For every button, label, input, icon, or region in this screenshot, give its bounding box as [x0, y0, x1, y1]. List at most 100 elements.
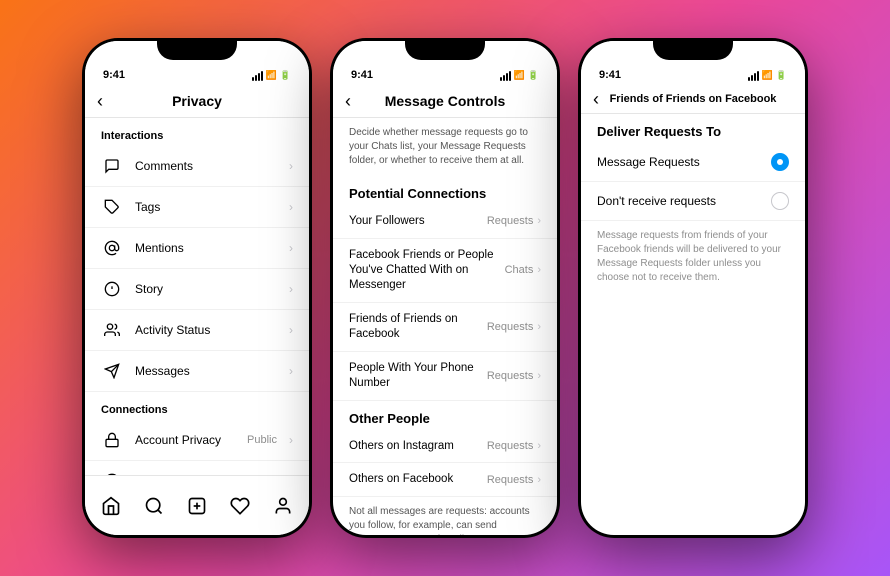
fof-list: Deliver Requests To Message Requests Don…	[581, 114, 805, 535]
tab-search[interactable]	[136, 486, 172, 526]
signal-icon	[500, 71, 511, 81]
home-icon	[101, 496, 121, 516]
search-icon	[144, 496, 164, 516]
chevron-icon: ›	[537, 370, 541, 382]
lock-icon	[101, 429, 123, 451]
nav-header-3: ‹ Friends of Friends on Facebook	[581, 85, 805, 114]
chevron-icon: ›	[289, 323, 293, 337]
item-label: Story	[135, 282, 277, 296]
radio-item-dont-receive[interactable]: Don't receive requests	[581, 182, 805, 221]
mc-item-val: Requests	[487, 215, 533, 227]
chevron-icon: ›	[289, 282, 293, 296]
deliver-section-title: Deliver Requests To	[581, 114, 805, 143]
mc-list-item[interactable]: Friends of Friends on Facebook Requests …	[333, 303, 557, 352]
add-icon	[187, 496, 207, 516]
list-item[interactable]: Account Privacy Public ›	[85, 420, 309, 461]
mc-item-label: Facebook Friends or People You've Chatte…	[349, 248, 505, 293]
tab-bar	[85, 475, 309, 535]
list-item[interactable]: Mentions ›	[85, 228, 309, 269]
time-3: 9:41	[599, 69, 621, 81]
mc-item-val: Requests	[487, 474, 533, 486]
status-icons-3: 📶 🔋	[748, 70, 787, 81]
mc-item-label: People With Your Phone Number	[349, 361, 487, 391]
time-2: 9:41	[351, 69, 373, 81]
profile-icon	[273, 496, 293, 516]
info-text: Message requests from friends of your Fa…	[581, 221, 805, 293]
mc-item-val: Requests	[487, 321, 533, 333]
item-label: Comments	[135, 159, 277, 173]
item-label: Mentions	[135, 241, 277, 255]
tab-profile[interactable]	[265, 486, 301, 526]
heart-icon	[230, 496, 250, 516]
back-button-2[interactable]: ‹	[345, 91, 351, 112]
nav-header-2: ‹ Message Controls	[333, 85, 557, 118]
list-item[interactable]: Messages ›	[85, 351, 309, 392]
chevron-icon: ›	[537, 321, 541, 333]
notch-1	[157, 38, 237, 60]
mc-list-item[interactable]: Others on Instagram Requests ›	[333, 430, 557, 464]
tab-home[interactable]	[93, 486, 129, 526]
comment-icon	[101, 155, 123, 177]
tab-add[interactable]	[179, 486, 215, 526]
chevron-icon: ›	[537, 215, 541, 227]
list-item[interactable]: Activity Status ›	[85, 310, 309, 351]
footer-note: Not all messages are requests: accounts …	[333, 497, 557, 535]
wifi-icon: 📶	[266, 70, 277, 81]
item-label: Activity Status	[135, 323, 277, 337]
radio-item-message-requests[interactable]: Message Requests	[581, 143, 805, 182]
list-item[interactable]: Comments ›	[85, 146, 309, 187]
tag-icon	[101, 196, 123, 218]
chevron-icon: ›	[537, 440, 541, 452]
radio-selected	[771, 153, 789, 171]
item-label: Account Privacy	[135, 433, 235, 447]
privacy-list: Interactions Comments › Tags ›	[85, 118, 309, 475]
section-other: Other People	[333, 401, 557, 430]
phone-privacy: 9:41 📶 🔋 ‹ Privacy Interactions	[82, 38, 312, 538]
tab-heart[interactable]	[222, 486, 258, 526]
mc-list-item[interactable]: People With Your Phone Number Requests ›	[333, 352, 557, 401]
status-icons-2: 📶 🔋	[500, 70, 539, 81]
list-item[interactable]: Tags ›	[85, 187, 309, 228]
mc-list-item[interactable]: Facebook Friends or People You've Chatte…	[333, 239, 557, 303]
chevron-icon: ›	[537, 474, 541, 486]
chevron-icon: ›	[289, 159, 293, 173]
time-1: 9:41	[103, 69, 125, 81]
battery-icon: 🔋	[776, 70, 787, 81]
messages-icon	[101, 360, 123, 382]
radio-label: Message Requests	[597, 155, 761, 169]
page-title-1: Privacy	[172, 93, 222, 109]
page-title-2: Message Controls	[385, 93, 506, 109]
mc-item-label: Your Followers	[349, 214, 487, 229]
status-icons-1: 📶 🔋	[252, 70, 291, 81]
mc-list-item[interactable]: Others on Facebook Requests ›	[333, 463, 557, 497]
back-button-3[interactable]: ‹	[593, 89, 599, 110]
nav-header-1: ‹ Privacy	[85, 85, 309, 118]
notch-3	[653, 38, 733, 60]
chevron-icon: ›	[289, 364, 293, 378]
chevron-icon: ›	[537, 264, 541, 276]
mc-item-val: Requests	[487, 440, 533, 452]
item-val: Public	[247, 434, 277, 446]
wifi-icon: 📶	[514, 70, 525, 81]
notch-2	[405, 38, 485, 60]
chevron-icon: ›	[289, 241, 293, 255]
radio-label: Don't receive requests	[597, 194, 761, 208]
mc-list-item[interactable]: Your Followers Requests ›	[333, 205, 557, 239]
story-icon	[101, 278, 123, 300]
mc-item-val: Requests	[487, 370, 533, 382]
section-interactions: Interactions	[85, 118, 309, 146]
list-item[interactable]: Restricted Accounts ›	[85, 461, 309, 475]
chevron-icon: ›	[289, 433, 293, 447]
list-item[interactable]: Story ›	[85, 269, 309, 310]
description-text: Decide whether message requests go to yo…	[333, 118, 557, 176]
message-controls-list: Decide whether message requests go to yo…	[333, 118, 557, 535]
page-title-3: Friends of Friends on Facebook	[610, 93, 777, 105]
item-label: Tags	[135, 200, 277, 214]
battery-icon: 🔋	[280, 70, 291, 81]
phone-message-controls: 9:41 📶 🔋 ‹ Message Controls Decide wheth…	[330, 38, 560, 538]
back-button-1[interactable]: ‹	[97, 91, 103, 112]
battery-icon: 🔋	[528, 70, 539, 81]
chevron-icon: ›	[289, 200, 293, 214]
mention-icon	[101, 237, 123, 259]
item-label: Messages	[135, 364, 277, 378]
